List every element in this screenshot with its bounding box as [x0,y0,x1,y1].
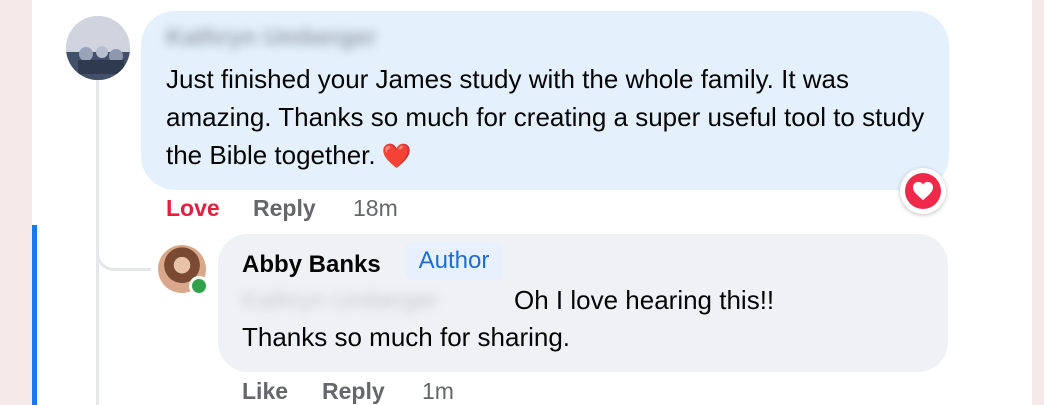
online-status-indicator [189,276,209,296]
comment-body: Just finished your James study with the … [166,64,925,170]
reply-text-line-1: Oh I love hearing this!! [514,285,775,315]
comment-timestamp[interactable]: 18m [353,195,398,222]
author-badge: Author [406,242,502,280]
reply-button[interactable]: Reply [253,195,316,222]
reply-author-name[interactable]: Abby Banks [242,251,381,279]
thread-connector [96,210,151,271]
like-button[interactable]: Like [242,378,288,405]
heart-emoji-icon: ❤️ [381,143,412,170]
commenter-avatar[interactable] [66,16,130,80]
comment-text: Just finished your James study with the … [166,60,926,176]
reply-text-line-2: Thanks so much for sharing. [242,322,571,352]
reply-reply-button[interactable]: Reply [322,378,385,405]
highlight-bar [32,225,37,405]
avatar-photo-icon [66,16,130,80]
page-edge-right [1032,0,1044,405]
love-reaction-button[interactable]: Love [166,195,220,222]
comment-author-name[interactable]: Kathryn Umberger [166,24,377,52]
love-reaction-badge[interactable] [900,168,946,214]
heart-icon [905,173,941,209]
page-edge-left [0,0,32,405]
reply-timestamp[interactable]: 1m [422,378,454,405]
mention-tag[interactable]: Kathryn Umberger [242,287,438,315]
